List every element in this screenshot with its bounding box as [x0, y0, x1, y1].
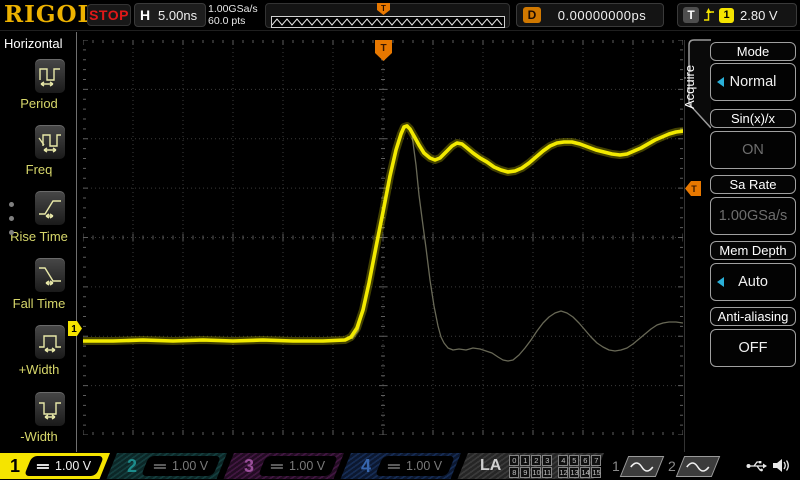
svg-text:1: 1: [71, 324, 77, 335]
menu-label-mode: Mode: [710, 42, 796, 61]
fall-time-button[interactable]: [34, 257, 66, 293]
left-arrow-icon: [717, 277, 724, 287]
horizontal-label: H: [140, 7, 151, 23]
plus-width-icon: [39, 335, 61, 353]
la-label: LA: [480, 457, 502, 474]
trigger-source-badge: 1: [719, 7, 734, 23]
rising-edge-icon: [704, 8, 714, 21]
trigger-badge: T: [683, 7, 699, 23]
la-status[interactable]: LA 01234567 8 9 10 11 12 13 14 15: [457, 453, 607, 479]
source2-indicator[interactable]: 2: [668, 453, 721, 479]
fall-time-label: Fall Time: [12, 296, 66, 311]
sample-rate-value: 1.00GSa/s: [208, 3, 258, 15]
menu-label-sinx: Sin(x)/x: [710, 109, 796, 128]
menu-label-mem-depth: Mem Depth: [710, 241, 796, 260]
channel3-scale-box: 1.00 V: [257, 456, 339, 476]
la-channel-grid: 01234567 8 9 10 11 12 13 14 15: [509, 454, 607, 478]
softkey-sa-rate[interactable]: 1.00GSa/s: [710, 197, 796, 235]
channel2-number: 2: [127, 455, 138, 476]
period-label: Period: [20, 96, 58, 111]
rise-time-button[interactable]: [34, 190, 66, 226]
channel4-scale-box: 1.00 V: [374, 456, 456, 476]
channel2-status[interactable]: 2 1.00 V: [106, 453, 227, 479]
grid-lines: [83, 40, 683, 435]
bottom-status-bar: 1 1.00 V 2 1.00 V 3 1.00 V 4 1.00 V LA 0…: [0, 452, 800, 480]
memory-points-value: 60.0 pts: [208, 15, 246, 27]
oscilloscope-screen: RIGOL STOP H 5.00ns 1.00GSa/s 60.0 pts T…: [0, 0, 800, 480]
speaker-icon[interactable]: [770, 457, 790, 474]
sine-icon: [686, 461, 710, 471]
source1-indicator[interactable]: 1: [612, 453, 665, 479]
freq-icon: [38, 134, 61, 153]
delay-badge: D: [523, 7, 541, 23]
horizontal-scale-value: 5.00ns: [158, 7, 198, 23]
svg-text:T: T: [381, 4, 386, 13]
channel1-scale-box: 1.00 V: [23, 456, 105, 476]
usb-icon: [746, 461, 767, 472]
sine-icon: [630, 461, 654, 471]
minus-width-label: -Width: [20, 429, 58, 444]
plus-width-label: +Width: [18, 362, 60, 377]
period-icon: [39, 68, 60, 87]
svg-text:T: T: [380, 43, 386, 54]
fall-time-icon: [39, 267, 61, 286]
graticule: [83, 40, 683, 435]
channel2-scale-box: 1.00 V: [140, 456, 222, 476]
source1-wave-box: [619, 455, 665, 477]
delay-readout-box[interactable]: D 0.00000000ps: [516, 3, 664, 27]
channel3-status[interactable]: 3 1.00 V: [223, 453, 344, 479]
dc-coupling-icon: [37, 462, 50, 471]
trigger-readout-box[interactable]: T 1 2.80 V: [677, 3, 797, 27]
delay-value: 0.00000000ps: [557, 7, 647, 23]
plus-width-button[interactable]: [34, 324, 66, 360]
run-state-badge[interactable]: STOP: [87, 4, 131, 26]
softkey-anti-aliasing[interactable]: OFF: [710, 329, 796, 367]
horizontal-scale-box[interactable]: H 5.00ns: [134, 3, 206, 27]
topbar-divider: [0, 30, 800, 31]
softkey-sinx[interactable]: ON: [710, 131, 796, 169]
softkey-mem-depth[interactable]: Auto: [710, 263, 796, 301]
dc-coupling-icon: [388, 462, 401, 471]
channel4-number: 4: [361, 455, 372, 476]
minus-width-button[interactable]: [34, 391, 66, 427]
left-menu-divider: [76, 32, 77, 452]
channel1-status[interactable]: 1 1.00 V: [0, 453, 111, 479]
minus-width-icon: [39, 402, 61, 420]
channel1-position-marker[interactable]: 1: [68, 321, 83, 336]
tab-acquire[interactable]: Acquire: [682, 48, 700, 126]
menu-label-anti-aliasing: Anti-aliasing: [710, 307, 796, 326]
sample-rate-readout: 1.00GSa/s 60.0 pts: [208, 3, 266, 27]
freq-button[interactable]: [34, 124, 66, 160]
page-indicator-dot: [9, 230, 14, 235]
channel3-number: 3: [244, 455, 255, 476]
channel1-number: 1: [10, 455, 21, 476]
dc-coupling-icon: [154, 462, 167, 471]
left-menu-title: Horizontal: [4, 36, 63, 51]
trigger-position-marker[interactable]: T: [375, 40, 392, 62]
page-indicator-dot: [9, 202, 14, 207]
freq-label: Freq: [25, 162, 53, 177]
channel4-status[interactable]: 4 1.00 V: [340, 453, 461, 479]
source2-wave-box: [675, 455, 721, 477]
preview-zigzag-wave: [272, 18, 503, 26]
preview-trigger-position-icon[interactable]: T: [377, 3, 390, 15]
svg-text:T: T: [691, 184, 697, 194]
softkey-mode[interactable]: Normal: [710, 63, 796, 101]
menu-label-sa-rate: Sa Rate: [710, 175, 796, 194]
rigol-logo: RIGOL: [4, 1, 95, 28]
left-arrow-icon: [717, 77, 724, 87]
waveform-preview-window: [271, 16, 505, 28]
rise-time-icon: [39, 200, 61, 219]
period-button[interactable]: [34, 58, 66, 94]
trigger-level-value: 2.80 V: [740, 7, 778, 23]
page-indicator-dot: [9, 216, 14, 221]
dc-coupling-icon: [271, 462, 284, 471]
trigger-level-marker[interactable]: T: [685, 181, 701, 196]
